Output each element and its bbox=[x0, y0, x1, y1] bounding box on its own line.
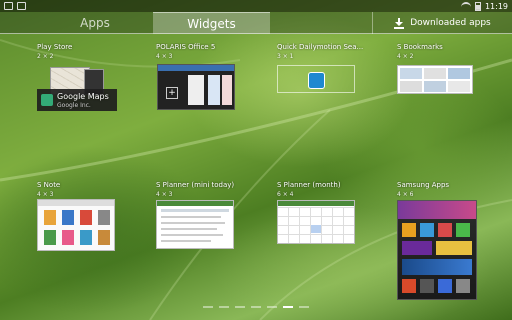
widget-s-planner-month[interactable]: S Planner (month) 6 × 4 bbox=[277, 181, 392, 244]
event-line bbox=[161, 222, 225, 224]
wifi-icon bbox=[460, 2, 471, 10]
doc-thumbnail bbox=[222, 75, 232, 105]
preview-header bbox=[158, 65, 234, 71]
battery-icon bbox=[474, 1, 481, 11]
galaxy-banner bbox=[402, 259, 472, 275]
status-bar: 11:19 bbox=[0, 0, 512, 12]
app-icon bbox=[420, 279, 434, 293]
event-line bbox=[161, 240, 211, 242]
event-line bbox=[161, 216, 221, 218]
tab-downloaded-apps[interactable]: Downloaded apps bbox=[372, 12, 512, 34]
tab-widgets[interactable]: Widgets bbox=[153, 12, 270, 34]
app-developer: Google Inc. bbox=[57, 102, 91, 109]
tab-downloaded-apps-label: Downloaded apps bbox=[410, 18, 491, 28]
app-icon bbox=[402, 223, 416, 237]
page-indicator bbox=[203, 306, 309, 308]
widget-title: S Planner (mini today) bbox=[156, 181, 235, 189]
download-icon bbox=[394, 17, 405, 29]
app-name: Google Maps bbox=[57, 92, 109, 101]
page-dot[interactable] bbox=[219, 306, 229, 308]
tab-bar: Apps Widgets Downloaded apps bbox=[0, 12, 512, 34]
bookmark-thumbnail bbox=[424, 81, 446, 92]
note-thumbnail bbox=[98, 230, 110, 245]
widget-size: 4 × 3 bbox=[156, 191, 173, 198]
widget-s-bookmarks[interactable]: S Bookmarks 4 × 2 bbox=[397, 43, 512, 94]
widget-size: 4 × 3 bbox=[37, 191, 54, 198]
notification-icon bbox=[17, 2, 26, 10]
widget-title: Samsung Apps bbox=[397, 181, 450, 189]
note-thumbnail bbox=[80, 210, 92, 225]
bookmark-thumbnail bbox=[448, 68, 470, 79]
clock: 11:19 bbox=[484, 1, 508, 11]
widget-samsung-apps[interactable]: Samsung Apps 4 × 6 bbox=[397, 181, 512, 300]
yahoo-banner bbox=[402, 241, 432, 255]
notification-icon bbox=[4, 2, 13, 10]
widget-preview bbox=[397, 65, 473, 94]
app-icon bbox=[456, 223, 470, 237]
widget-dailymotion[interactable]: Quick Dailymotion Sea... 3 × 1 bbox=[277, 43, 392, 93]
google-maps-icon bbox=[41, 94, 53, 106]
widget-preview bbox=[277, 200, 355, 244]
widget-size: 2 × 2 bbox=[37, 53, 54, 60]
widget-title: Quick Dailymotion Sea... bbox=[277, 43, 364, 51]
page-dot[interactable] bbox=[299, 306, 309, 308]
widget-play-store[interactable]: Play Store 2 × 2 Google Maps Google Inc. bbox=[37, 43, 152, 111]
widget-preview bbox=[277, 65, 355, 93]
event-line bbox=[161, 209, 229, 212]
add-icon: + bbox=[166, 87, 178, 99]
app-icon bbox=[438, 223, 452, 237]
app-banner bbox=[436, 241, 472, 255]
widget-title: S Bookmarks bbox=[397, 43, 443, 51]
app-icon bbox=[402, 279, 416, 293]
app-icon bbox=[438, 279, 452, 293]
widget-title: POLARIS Office 5 bbox=[156, 43, 216, 51]
preview-header bbox=[38, 200, 114, 206]
widget-preview bbox=[397, 200, 477, 300]
note-thumbnail bbox=[80, 230, 92, 245]
note-thumbnail bbox=[62, 230, 74, 245]
widget-s-planner-mini[interactable]: S Planner (mini today) 4 × 3 bbox=[156, 181, 271, 249]
calendar-today bbox=[311, 225, 321, 233]
app-icon bbox=[420, 223, 434, 237]
bookmark-thumbnail bbox=[400, 68, 422, 79]
page-dot[interactable] bbox=[251, 306, 261, 308]
widget-preview: + bbox=[157, 64, 235, 110]
widget-size: 6 × 4 bbox=[277, 191, 294, 198]
page-dot[interactable] bbox=[203, 306, 213, 308]
preview-header bbox=[278, 201, 354, 206]
widget-preview: Google Maps Google Inc. bbox=[37, 65, 117, 113]
note-thumbnail bbox=[44, 230, 56, 245]
note-thumbnail bbox=[62, 210, 74, 225]
bookmark-thumbnail bbox=[424, 68, 446, 79]
bookmark-thumbnail bbox=[448, 81, 470, 92]
event-line bbox=[161, 234, 223, 236]
note-thumbnail bbox=[98, 210, 110, 225]
widget-s-note[interactable]: S Note 4 × 3 bbox=[37, 181, 152, 251]
page-dot[interactable] bbox=[267, 306, 277, 308]
note-thumbnail bbox=[44, 210, 56, 225]
app-card: Google Maps Google Inc. bbox=[37, 89, 117, 111]
widget-size: 3 × 1 bbox=[277, 53, 294, 60]
widget-preview bbox=[156, 200, 234, 249]
widget-size: 4 × 2 bbox=[397, 53, 414, 60]
premium-choice-banner bbox=[398, 201, 476, 219]
widget-title: Play Store bbox=[37, 43, 73, 51]
page-dot[interactable] bbox=[235, 306, 245, 308]
event-line bbox=[161, 228, 217, 230]
dailymotion-icon bbox=[308, 72, 325, 89]
bookmark-thumbnail bbox=[400, 81, 422, 92]
app-icon bbox=[456, 279, 470, 293]
widget-title: S Note bbox=[37, 181, 61, 189]
widget-title: S Planner (month) bbox=[277, 181, 341, 189]
page-dot[interactable] bbox=[283, 306, 293, 308]
widget-polaris-office[interactable]: POLARIS Office 5 4 × 3 + bbox=[156, 43, 271, 110]
doc-thumbnail bbox=[188, 75, 204, 105]
widget-preview bbox=[37, 199, 115, 251]
doc-thumbnail bbox=[208, 75, 220, 105]
widget-size: 4 × 6 bbox=[397, 191, 414, 198]
widget-size: 4 × 3 bbox=[156, 53, 173, 60]
preview-header bbox=[157, 201, 233, 206]
